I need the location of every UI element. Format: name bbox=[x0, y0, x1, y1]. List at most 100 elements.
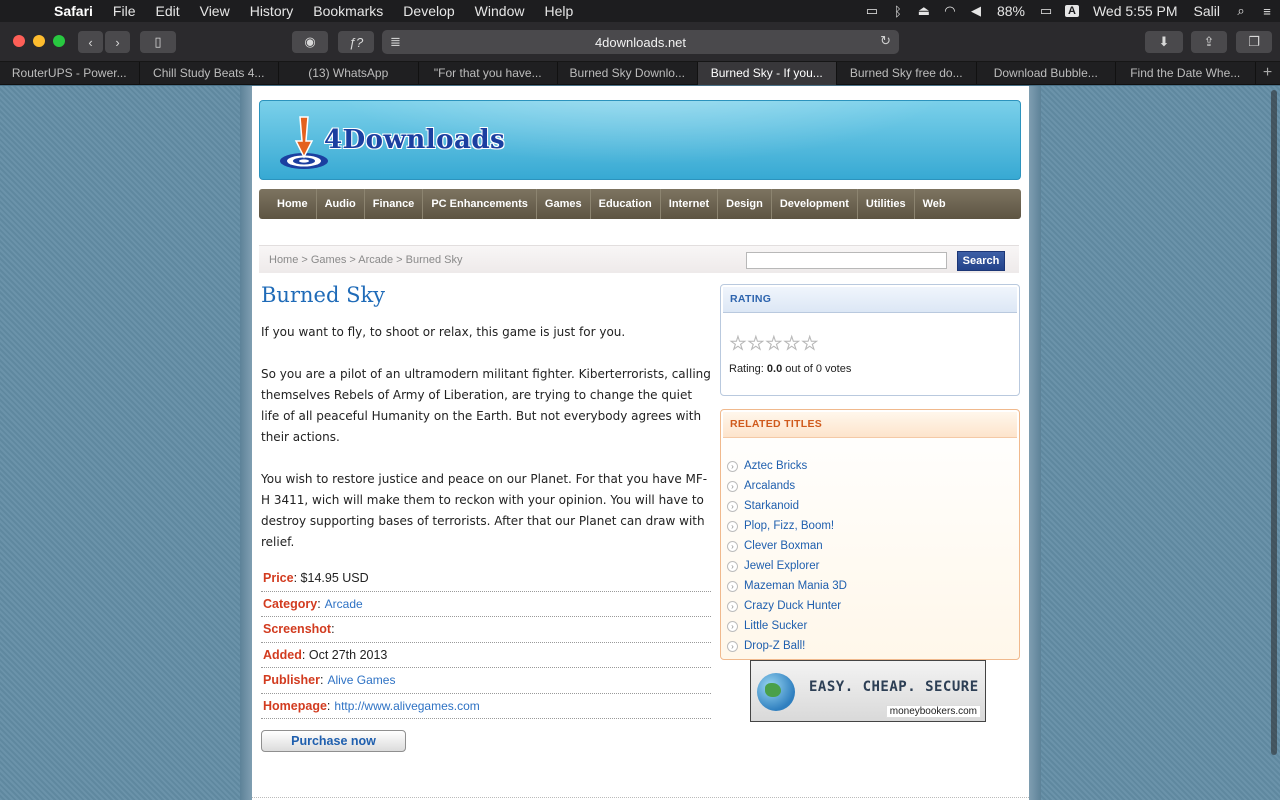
search-button[interactable]: Search bbox=[957, 251, 1005, 271]
homepage-link[interactable]: http://www.alivegames.com bbox=[334, 699, 479, 713]
list-item[interactable]: › Clever Boxman bbox=[727, 536, 847, 556]
site-logo[interactable]: 4Downloads bbox=[274, 111, 505, 173]
screen-mirroring-icon[interactable]: ▭ bbox=[859, 0, 885, 22]
breadcrumb[interactable]: Home > Games > Arcade > Burned Sky bbox=[269, 254, 463, 266]
formula-extension-icon[interactable]: ƒ? bbox=[338, 31, 374, 53]
list-item[interactable]: › Jewel Explorer bbox=[727, 556, 847, 576]
address-bar[interactable]: ≣ 4downloads.net ↻ bbox=[382, 30, 899, 54]
menu-develop[interactable]: Develop bbox=[393, 0, 464, 22]
page-scrollbar[interactable] bbox=[1271, 90, 1277, 755]
arrow-right-icon: › bbox=[727, 640, 738, 652]
detail-separator: : bbox=[301, 647, 309, 662]
nav-design[interactable]: Design bbox=[718, 189, 772, 219]
arrow-right-icon: › bbox=[727, 600, 738, 612]
browser-tab[interactable]: Burned Sky free do... bbox=[837, 62, 977, 85]
battery-percent[interactable]: 88% bbox=[989, 0, 1033, 22]
list-item[interactable]: › Crazy Duck Hunter bbox=[727, 596, 847, 616]
nav-audio[interactable]: Audio bbox=[317, 189, 365, 219]
menubar-user[interactable]: Salil bbox=[1186, 0, 1228, 22]
browser-tab[interactable]: Chill Study Beats 4... bbox=[140, 62, 279, 85]
forward-icon[interactable]: › bbox=[105, 31, 130, 53]
list-item[interactable]: › Plop, Fizz, Boom! bbox=[727, 516, 847, 536]
related-link[interactable]: Aztec Bricks bbox=[744, 460, 807, 472]
detail-label: Category bbox=[263, 596, 318, 611]
related-link[interactable]: Jewel Explorer bbox=[744, 560, 819, 572]
browser-tab[interactable]: Burned Sky Downlo... bbox=[558, 62, 698, 85]
related-link[interactable]: Plop, Fizz, Boom! bbox=[744, 520, 834, 532]
menu-file[interactable]: File bbox=[103, 0, 146, 22]
nav-web[interactable]: Web bbox=[915, 189, 954, 219]
detail-row-screenshot: Screenshot: bbox=[261, 617, 711, 643]
menu-app-name[interactable]: Safari bbox=[44, 0, 103, 22]
nav-utilities[interactable]: Utilities bbox=[858, 189, 915, 219]
list-item[interactable]: › Aztec Bricks bbox=[727, 456, 847, 476]
detail-row-category: Category: Arcade bbox=[261, 592, 711, 617]
list-item[interactable]: › Arcalands bbox=[727, 476, 847, 496]
detail-label: Added bbox=[263, 647, 302, 662]
menu-bookmarks[interactable]: Bookmarks bbox=[303, 0, 393, 22]
list-item[interactable]: › Drop-Z Ball! bbox=[727, 636, 847, 656]
wifi-icon[interactable]: ◠ bbox=[937, 0, 963, 22]
downloads-icon[interactable]: ⬇ bbox=[1145, 31, 1183, 53]
browser-tab[interactable]: Find the Date Whe... bbox=[1116, 62, 1256, 85]
nav-internet[interactable]: Internet bbox=[661, 189, 719, 219]
back-icon[interactable]: ‹ bbox=[78, 31, 103, 53]
list-item[interactable]: › Little Sucker bbox=[727, 616, 847, 636]
window-zoom-icon[interactable] bbox=[53, 35, 65, 47]
related-link[interactable]: Arcalands bbox=[744, 480, 795, 492]
spotlight-search-icon[interactable]: ⌕ bbox=[1228, 0, 1254, 22]
related-link[interactable]: Drop-Z Ball! bbox=[744, 640, 805, 652]
related-link[interactable]: Starkanoid bbox=[744, 500, 799, 512]
rating-prefix: Rating: bbox=[729, 363, 767, 375]
moneybookers-ad-banner[interactable]: EASY. CHEAP. SECURE moneybookers.com bbox=[750, 660, 986, 722]
browser-tab[interactable]: (13) WhatsApp bbox=[279, 62, 419, 85]
reload-icon[interactable]: ↻ bbox=[880, 33, 891, 49]
airplay-icon[interactable]: ⏏ bbox=[911, 0, 937, 22]
logo-text: 4Downloads bbox=[324, 125, 506, 155]
nav-development[interactable]: Development bbox=[772, 189, 858, 219]
sidebar-icon[interactable]: ▯ bbox=[140, 31, 176, 53]
purchase-button[interactable]: Purchase now bbox=[261, 730, 406, 752]
menu-help[interactable]: Help bbox=[534, 0, 583, 22]
nav-games[interactable]: Games bbox=[537, 189, 591, 219]
menu-window[interactable]: Window bbox=[465, 0, 535, 22]
bluetooth-icon[interactable]: ᛒ bbox=[885, 0, 911, 22]
related-link[interactable]: Crazy Duck Hunter bbox=[744, 600, 841, 612]
category-link[interactable]: Arcade bbox=[325, 597, 363, 611]
related-link[interactable]: Clever Boxman bbox=[744, 540, 823, 552]
input-source-icon[interactable]: A bbox=[1059, 0, 1085, 22]
browser-tab-active[interactable]: Burned Sky - If you... bbox=[697, 62, 837, 85]
privacy-extension-icon[interactable]: ◉ bbox=[292, 31, 328, 53]
battery-icon[interactable]: ▭ bbox=[1033, 0, 1059, 22]
related-link[interactable]: Little Sucker bbox=[744, 620, 807, 632]
search-input[interactable] bbox=[746, 252, 947, 269]
arrow-right-icon: › bbox=[727, 620, 738, 632]
nav-finance[interactable]: Finance bbox=[365, 189, 424, 219]
related-link[interactable]: Mazeman Mania 3D bbox=[744, 580, 847, 592]
window-minimize-icon[interactable] bbox=[33, 35, 45, 47]
browser-tab[interactable]: "For that you have... bbox=[419, 62, 558, 85]
menubar-clock[interactable]: Wed 5:55 PM bbox=[1085, 0, 1186, 22]
menu-view[interactable]: View bbox=[190, 0, 240, 22]
new-tab-icon[interactable]: + bbox=[1256, 62, 1280, 85]
nav-home[interactable]: Home bbox=[269, 189, 317, 219]
rating-stars[interactable]: ☆☆☆☆☆ bbox=[729, 331, 819, 356]
publisher-link[interactable]: Alive Games bbox=[327, 673, 395, 687]
menu-edit[interactable]: Edit bbox=[145, 0, 189, 22]
window-close-icon[interactable] bbox=[13, 35, 25, 47]
nav-pc-enhancements[interactable]: PC Enhancements bbox=[423, 189, 537, 219]
browser-tab[interactable]: RouterUPS - Power... bbox=[0, 62, 140, 85]
nav-education[interactable]: Education bbox=[591, 189, 661, 219]
tab-overview-icon[interactable]: ❐ bbox=[1236, 31, 1272, 53]
browser-tab[interactable]: Download Bubble... bbox=[977, 62, 1116, 85]
list-item[interactable]: › Starkanoid bbox=[727, 496, 847, 516]
share-icon[interactable]: ⇪ bbox=[1191, 31, 1227, 53]
reader-view-icon[interactable]: ≣ bbox=[390, 34, 401, 50]
list-item[interactable]: › Mazeman Mania 3D bbox=[727, 576, 847, 596]
rating-header: RATING bbox=[723, 287, 1017, 313]
menu-history[interactable]: History bbox=[240, 0, 304, 22]
detail-separator: : bbox=[326, 698, 331, 713]
notification-center-icon[interactable]: ≡ bbox=[1254, 0, 1280, 22]
volume-icon[interactable]: ◀ bbox=[963, 0, 989, 22]
ad-brand: moneybookers.com bbox=[885, 705, 981, 718]
